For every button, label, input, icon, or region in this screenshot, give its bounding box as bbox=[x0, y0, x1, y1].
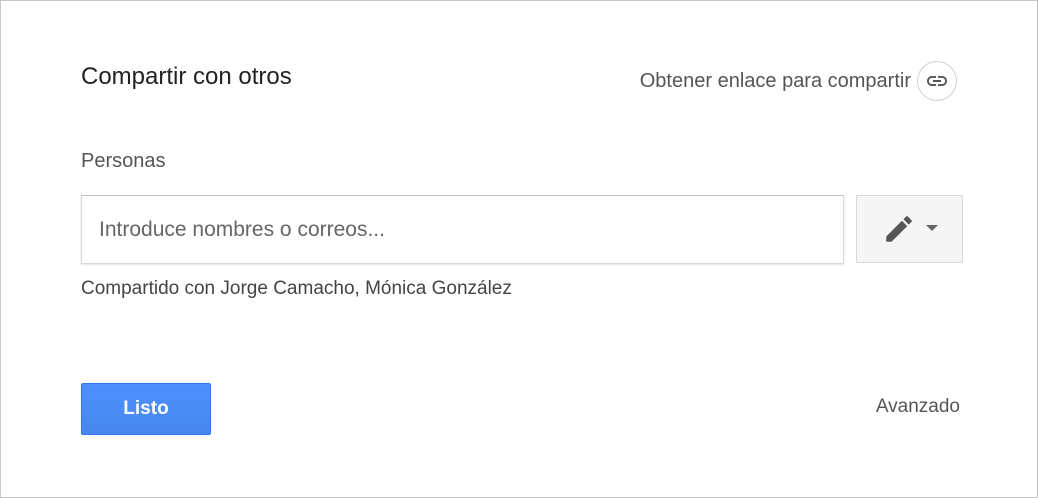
done-button[interactable]: Listo bbox=[81, 383, 211, 435]
people-input[interactable] bbox=[81, 195, 844, 264]
pencil-icon bbox=[885, 216, 912, 242]
people-label: Personas bbox=[81, 150, 166, 172]
dialog-title: Compartir con otros bbox=[81, 63, 292, 90]
caret-down-icon bbox=[925, 225, 938, 231]
shared-with-text: Compartido con Jorge Camacho, Mónica Gon… bbox=[81, 278, 512, 299]
link-icon[interactable] bbox=[917, 61, 957, 101]
link-icon-glyph bbox=[927, 76, 947, 86]
permission-dropdown-button[interactable] bbox=[856, 195, 963, 263]
share-dialog: Compartir con otros Obtener enlace para … bbox=[0, 0, 1038, 498]
get-link-label: Obtener enlace para compartir bbox=[639, 69, 911, 92]
advanced-link[interactable]: Avanzado bbox=[876, 393, 960, 421]
get-shareable-link[interactable]: Obtener enlace para compartir bbox=[640, 59, 957, 103]
